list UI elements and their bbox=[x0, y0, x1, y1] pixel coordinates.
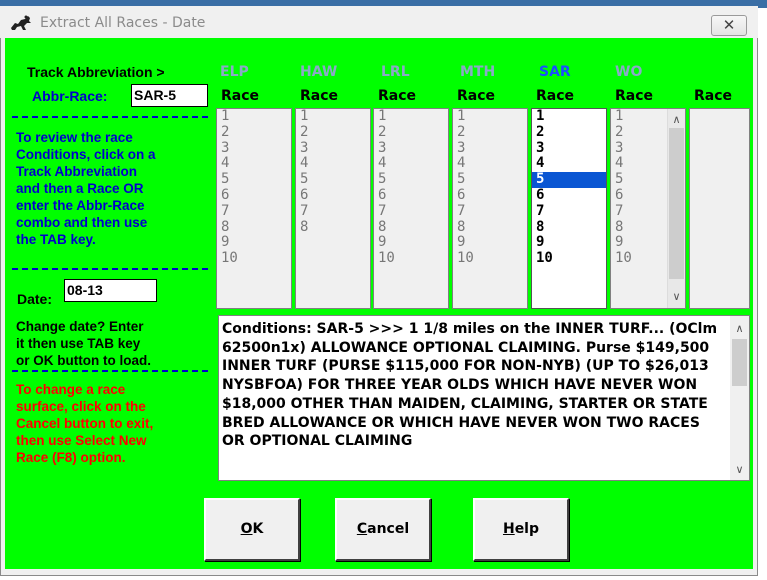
race-item[interactable]: 4 bbox=[453, 156, 527, 172]
race-item[interactable]: 4 bbox=[217, 156, 291, 172]
race-item[interactable]: 9 bbox=[453, 235, 527, 251]
conditions-scrollbar[interactable]: ∧ ∨ bbox=[730, 316, 749, 480]
track-haw[interactable]: HAW bbox=[300, 64, 337, 80]
race-list-lrl[interactable]: 1 2 3 4 5 6 7 8 9 10 bbox=[373, 108, 449, 309]
race-item[interactable]: 3 bbox=[374, 140, 448, 157]
window-title: Extract All Races - Date bbox=[40, 15, 206, 31]
race-header: Race bbox=[221, 88, 260, 104]
race-item[interactable]: 1 bbox=[217, 109, 291, 125]
ok-button[interactable]: OK bbox=[204, 498, 300, 561]
title-bar: Extract All Races - Date ✕ bbox=[0, 6, 758, 38]
race-item[interactable]: 6 bbox=[453, 187, 527, 204]
scroll-thumb[interactable] bbox=[732, 339, 747, 386]
date-label: Date: bbox=[17, 291, 53, 307]
race-item[interactable]: 1 bbox=[453, 109, 527, 125]
race-item[interactable]: 1 bbox=[374, 109, 448, 125]
race-item[interactable]: 3 bbox=[217, 140, 291, 157]
race-item[interactable]: 9 bbox=[217, 235, 291, 251]
race-item[interactable]: 2 bbox=[453, 124, 527, 141]
race-item[interactable]: 8 bbox=[532, 219, 606, 236]
race-item[interactable]: 2 bbox=[217, 124, 291, 141]
race-item[interactable]: 8 bbox=[296, 219, 370, 236]
race-list-haw[interactable]: 12345678 bbox=[295, 108, 371, 309]
race-item[interactable]: 7 bbox=[374, 203, 448, 220]
race-item[interactable]: 7 bbox=[532, 203, 606, 220]
track-mth[interactable]: MTH bbox=[460, 64, 495, 80]
race-list-scrollbar[interactable]: ∧ ∨ bbox=[667, 109, 685, 308]
race-header: Race bbox=[378, 88, 417, 104]
race-item[interactable]: 3 bbox=[296, 140, 370, 157]
race-item[interactable]: 6 bbox=[217, 187, 291, 204]
race-item[interactable]: 10 bbox=[374, 250, 448, 267]
close-button[interactable]: ✕ bbox=[711, 15, 747, 36]
conditions-box[interactable]: Conditions: SAR-5 >>> 1 1/8 miles on the… bbox=[218, 315, 750, 481]
race-item[interactable]: 9 bbox=[532, 235, 606, 251]
race-item[interactable]: 6 bbox=[374, 187, 448, 204]
race-item[interactable]: 5 bbox=[374, 171, 448, 188]
review-instructions: To review the race Conditions, click on … bbox=[16, 130, 156, 247]
race-item[interactable]: 6 bbox=[532, 187, 606, 204]
race-item[interactable]: 8 bbox=[453, 219, 527, 236]
race-list-empty[interactable] bbox=[689, 108, 750, 309]
race-item[interactable]: 5 bbox=[296, 171, 370, 188]
divider bbox=[12, 116, 208, 118]
surface-instructions: To change a race surface, click on the C… bbox=[16, 382, 154, 465]
race-item[interactable]: 4 bbox=[374, 156, 448, 172]
race-item[interactable]: 8 bbox=[217, 219, 291, 236]
race-item[interactable]: 4 bbox=[296, 156, 370, 172]
race-item[interactable]: 5 bbox=[217, 171, 291, 188]
race-item[interactable]: 8 bbox=[374, 219, 448, 236]
race-header: Race bbox=[300, 88, 339, 104]
chevron-up-icon[interactable]: ∧ bbox=[731, 320, 748, 337]
race-item[interactable]: 5 bbox=[532, 171, 606, 188]
race-item[interactable]: 3 bbox=[453, 140, 527, 157]
race-item[interactable]: 10 bbox=[453, 250, 527, 267]
chevron-down-icon[interactable]: ∨ bbox=[668, 288, 685, 305]
race-item[interactable]: 1 bbox=[532, 109, 606, 125]
race-item[interactable]: 4 bbox=[532, 156, 606, 172]
date-input[interactable]: 08-13 bbox=[64, 279, 157, 302]
race-item[interactable]: 9 bbox=[374, 235, 448, 251]
race-item[interactable]: 5 bbox=[453, 171, 527, 188]
track-abbreviation-label: Track Abbreviation > bbox=[27, 64, 165, 80]
date-instructions: Change date? Enter it then use TAB key o… bbox=[16, 319, 151, 368]
chevron-down-icon[interactable]: ∨ bbox=[731, 461, 748, 478]
race-item[interactable]: 6 bbox=[296, 187, 370, 204]
cancel-button[interactable]: Cancel bbox=[335, 498, 431, 561]
race-item[interactable]: 2 bbox=[532, 124, 606, 141]
scroll-thumb[interactable] bbox=[669, 128, 684, 279]
race-item[interactable]: 3 bbox=[532, 140, 606, 157]
race-header: Race bbox=[536, 88, 575, 104]
track-sar[interactable]: SAR bbox=[539, 64, 571, 80]
abbr-race-input[interactable]: SAR-5 bbox=[131, 84, 208, 107]
track-elp[interactable]: ELP bbox=[220, 64, 249, 80]
race-item[interactable]: 2 bbox=[296, 124, 370, 141]
race-list-wo[interactable]: 1 2 3 4 5 6 7 8 9 10 ∧ ∨ bbox=[610, 108, 686, 309]
divider bbox=[12, 370, 208, 372]
horse-racing-icon bbox=[9, 14, 33, 32]
help-button[interactable]: Help bbox=[473, 498, 569, 561]
race-item[interactable]: 10 bbox=[217, 250, 291, 267]
race-header: Race bbox=[457, 88, 496, 104]
track-wo[interactable]: WO bbox=[615, 64, 642, 80]
abbr-race-label: Abbr-Race: bbox=[32, 88, 108, 104]
race-list-mth[interactable]: 1 2 3 4 5 6 7 8 9 10 bbox=[452, 108, 528, 309]
track-lrl[interactable]: LRL bbox=[381, 64, 410, 80]
race-list-sar[interactable]: 1 2 3 4 5 6 7 8 9 10 bbox=[531, 108, 607, 309]
chevron-up-icon[interactable]: ∧ bbox=[668, 111, 685, 128]
race-item[interactable]: 7 bbox=[217, 203, 291, 220]
race-list-elp[interactable]: 1 2 3 4 5 6 7 8 9 10 bbox=[216, 108, 292, 309]
race-item[interactable]: 7 bbox=[296, 203, 370, 220]
race-item[interactable]: 10 bbox=[532, 250, 606, 267]
close-icon: ✕ bbox=[722, 16, 736, 34]
race-item[interactable]: 1 bbox=[296, 109, 370, 125]
conditions-text: Conditions: SAR-5 >>> 1 1/8 miles on the… bbox=[222, 321, 718, 450]
race-item[interactable]: 7 bbox=[453, 203, 527, 220]
divider bbox=[12, 268, 208, 270]
race-header: Race bbox=[615, 88, 654, 104]
race-header: Race bbox=[694, 88, 733, 104]
race-item[interactable]: 2 bbox=[374, 124, 448, 141]
